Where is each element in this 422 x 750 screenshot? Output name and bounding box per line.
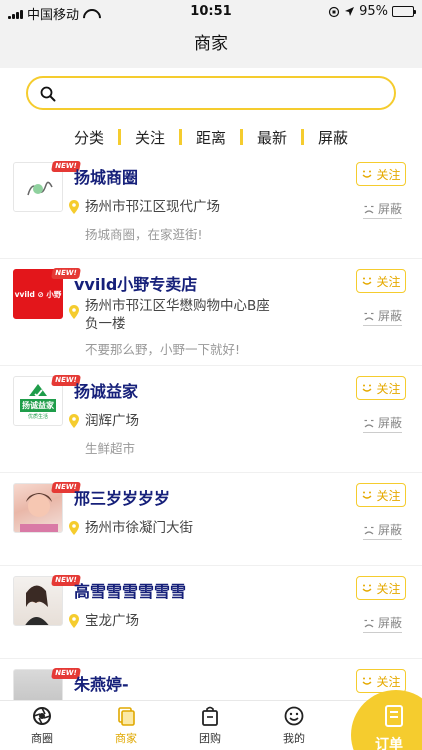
search-bar[interactable] (26, 76, 396, 110)
order-list-icon (385, 705, 403, 727)
merchant-address: 扬州市徐凝门大街 (85, 520, 193, 536)
frown-icon (364, 619, 374, 627)
location-pin-icon (69, 614, 79, 628)
block-label: 屏蔽 (377, 416, 402, 430)
merchant-address: 润辉广场 (85, 413, 139, 429)
follow-button[interactable]: 关注 (356, 269, 406, 293)
follow-label: 关注 (376, 674, 401, 689)
block-label: 屏蔽 (377, 523, 402, 537)
nav-label: 商圈 (31, 732, 53, 745)
nav-item-merchants[interactable]: 商家 (96, 705, 156, 746)
cards-icon (118, 707, 135, 726)
tab-latest[interactable]: 最新 (243, 127, 301, 148)
yicheng-logo-subtext: 优质生活 (27, 414, 48, 420)
merchant-item[interactable]: NEW! 邢三岁岁岁岁 扬州市徐凝门大街 关注 屏蔽 (0, 473, 422, 566)
page-title: 商家 (0, 24, 422, 68)
nav-label: 商家 (115, 732, 137, 745)
follow-label: 关注 (376, 488, 401, 503)
merchant-name[interactable]: 扬城商圈 (74, 164, 138, 188)
merchant-item[interactable]: 扬诚益家 优质生活 NEW! 扬诚益家 润辉广场 生鲜超市 关注 屏蔽 (0, 366, 422, 473)
follow-label: 关注 (376, 167, 401, 182)
follow-button[interactable]: 关注 (356, 376, 406, 400)
smile-icon (363, 677, 372, 685)
nav-item-business-district[interactable]: 商圈 (12, 705, 72, 746)
merchant-description: 生鲜超市 (85, 441, 136, 456)
smile-icon (363, 170, 372, 178)
merchant-name[interactable]: 朱燕婷- (74, 671, 129, 695)
merchant-address: 扬州市邗江区现代广场 (85, 199, 220, 215)
search-icon (40, 86, 56, 102)
block-button[interactable]: 屏蔽 (362, 414, 402, 433)
block-button[interactable]: 屏蔽 (362, 521, 402, 540)
aperture-icon (33, 707, 51, 725)
frown-icon (364, 419, 374, 427)
vvild-logo-text: vvild ⊘ 小野 (14, 289, 62, 299)
follow-button[interactable]: 关注 (356, 483, 406, 507)
follow-label: 关注 (376, 581, 401, 596)
yicheng-logo-icon (29, 384, 47, 398)
battery-percent: 95% (359, 4, 388, 19)
block-label: 屏蔽 (377, 309, 402, 323)
merchant-address: 宝龙广场 (85, 613, 139, 629)
merchant-name[interactable]: 邢三岁岁岁岁 (74, 485, 170, 509)
follow-button[interactable]: 关注 (356, 162, 406, 186)
follow-label: 关注 (376, 381, 401, 396)
location-pin-icon (69, 521, 79, 535)
shopping-bag-icon (202, 706, 218, 726)
block-button[interactable]: 屏蔽 (362, 200, 402, 219)
frown-icon (364, 312, 374, 320)
smile-icon (363, 491, 372, 499)
search-input[interactable] (64, 82, 384, 104)
block-label: 屏蔽 (377, 616, 402, 630)
yicheng-logo-text: 扬诚益家 (20, 399, 56, 412)
location-arrow-icon (345, 7, 355, 16)
block-label: 屏蔽 (377, 202, 402, 216)
tab-category[interactable]: 分类 (60, 127, 118, 148)
merchant-list: NEW! 扬城商圈 扬州市邗江区现代广场 扬城商圈，在家逛街! 关注 屏蔽 vv… (0, 152, 422, 719)
status-right: 95% (328, 4, 416, 19)
nav-label: 团购 (199, 732, 221, 745)
nav-label: 我的 (283, 732, 305, 745)
order-label: 订单 (375, 737, 403, 750)
filter-tabs: 分类 关注 距离 最新 屏蔽 (0, 126, 422, 148)
smile-icon (363, 584, 372, 592)
block-button[interactable]: 屏蔽 (362, 307, 402, 326)
merchant-description: 扬城商圈，在家逛街! (85, 227, 203, 242)
merchant-address: 扬州市邗江区华懋购物中心B座负一楼 (85, 298, 270, 332)
tab-blocked[interactable]: 屏蔽 (304, 127, 362, 148)
merchant-name[interactable]: 高雪雪雪雪雪雪 (74, 578, 186, 602)
frown-icon (364, 205, 374, 213)
merchant-item[interactable]: NEW! 高雪雪雪雪雪雪 宝龙广场 关注 屏蔽 (0, 566, 422, 659)
merchant-item[interactable]: NEW! 扬城商圈 扬州市邗江区现代广场 扬城商圈，在家逛街! 关注 屏蔽 (0, 152, 422, 259)
location-pin-icon (69, 200, 79, 214)
location-pin-icon (69, 414, 79, 428)
merchant-name[interactable]: vvild小野专卖店 (74, 271, 197, 295)
tab-distance[interactable]: 距离 (182, 127, 240, 148)
orientation-lock-icon (328, 6, 340, 17)
nav-item-group-buy[interactable]: 团购 (180, 705, 240, 746)
merchant-item[interactable]: vvild ⊘ 小野 NEW! vvild小野专卖店 扬州市邗江区华懋购物中心B… (0, 259, 422, 366)
merchant-name[interactable]: 扬诚益家 (74, 378, 138, 402)
smile-icon (363, 277, 372, 285)
frown-icon (364, 526, 374, 534)
smiley-face-icon (284, 706, 304, 726)
follow-label: 关注 (376, 274, 401, 289)
merchant-description: 不要那么野，小野一下就好! (85, 342, 241, 357)
nav-item-profile[interactable]: 我的 (264, 705, 324, 746)
tab-following[interactable]: 关注 (121, 127, 179, 148)
status-bar: 中国移动 10:51 95% (0, 0, 422, 24)
battery-icon (392, 6, 416, 17)
smile-icon (363, 384, 372, 392)
block-button[interactable]: 屏蔽 (362, 614, 402, 633)
follow-button[interactable]: 关注 (356, 576, 406, 600)
location-pin-icon (69, 305, 79, 319)
